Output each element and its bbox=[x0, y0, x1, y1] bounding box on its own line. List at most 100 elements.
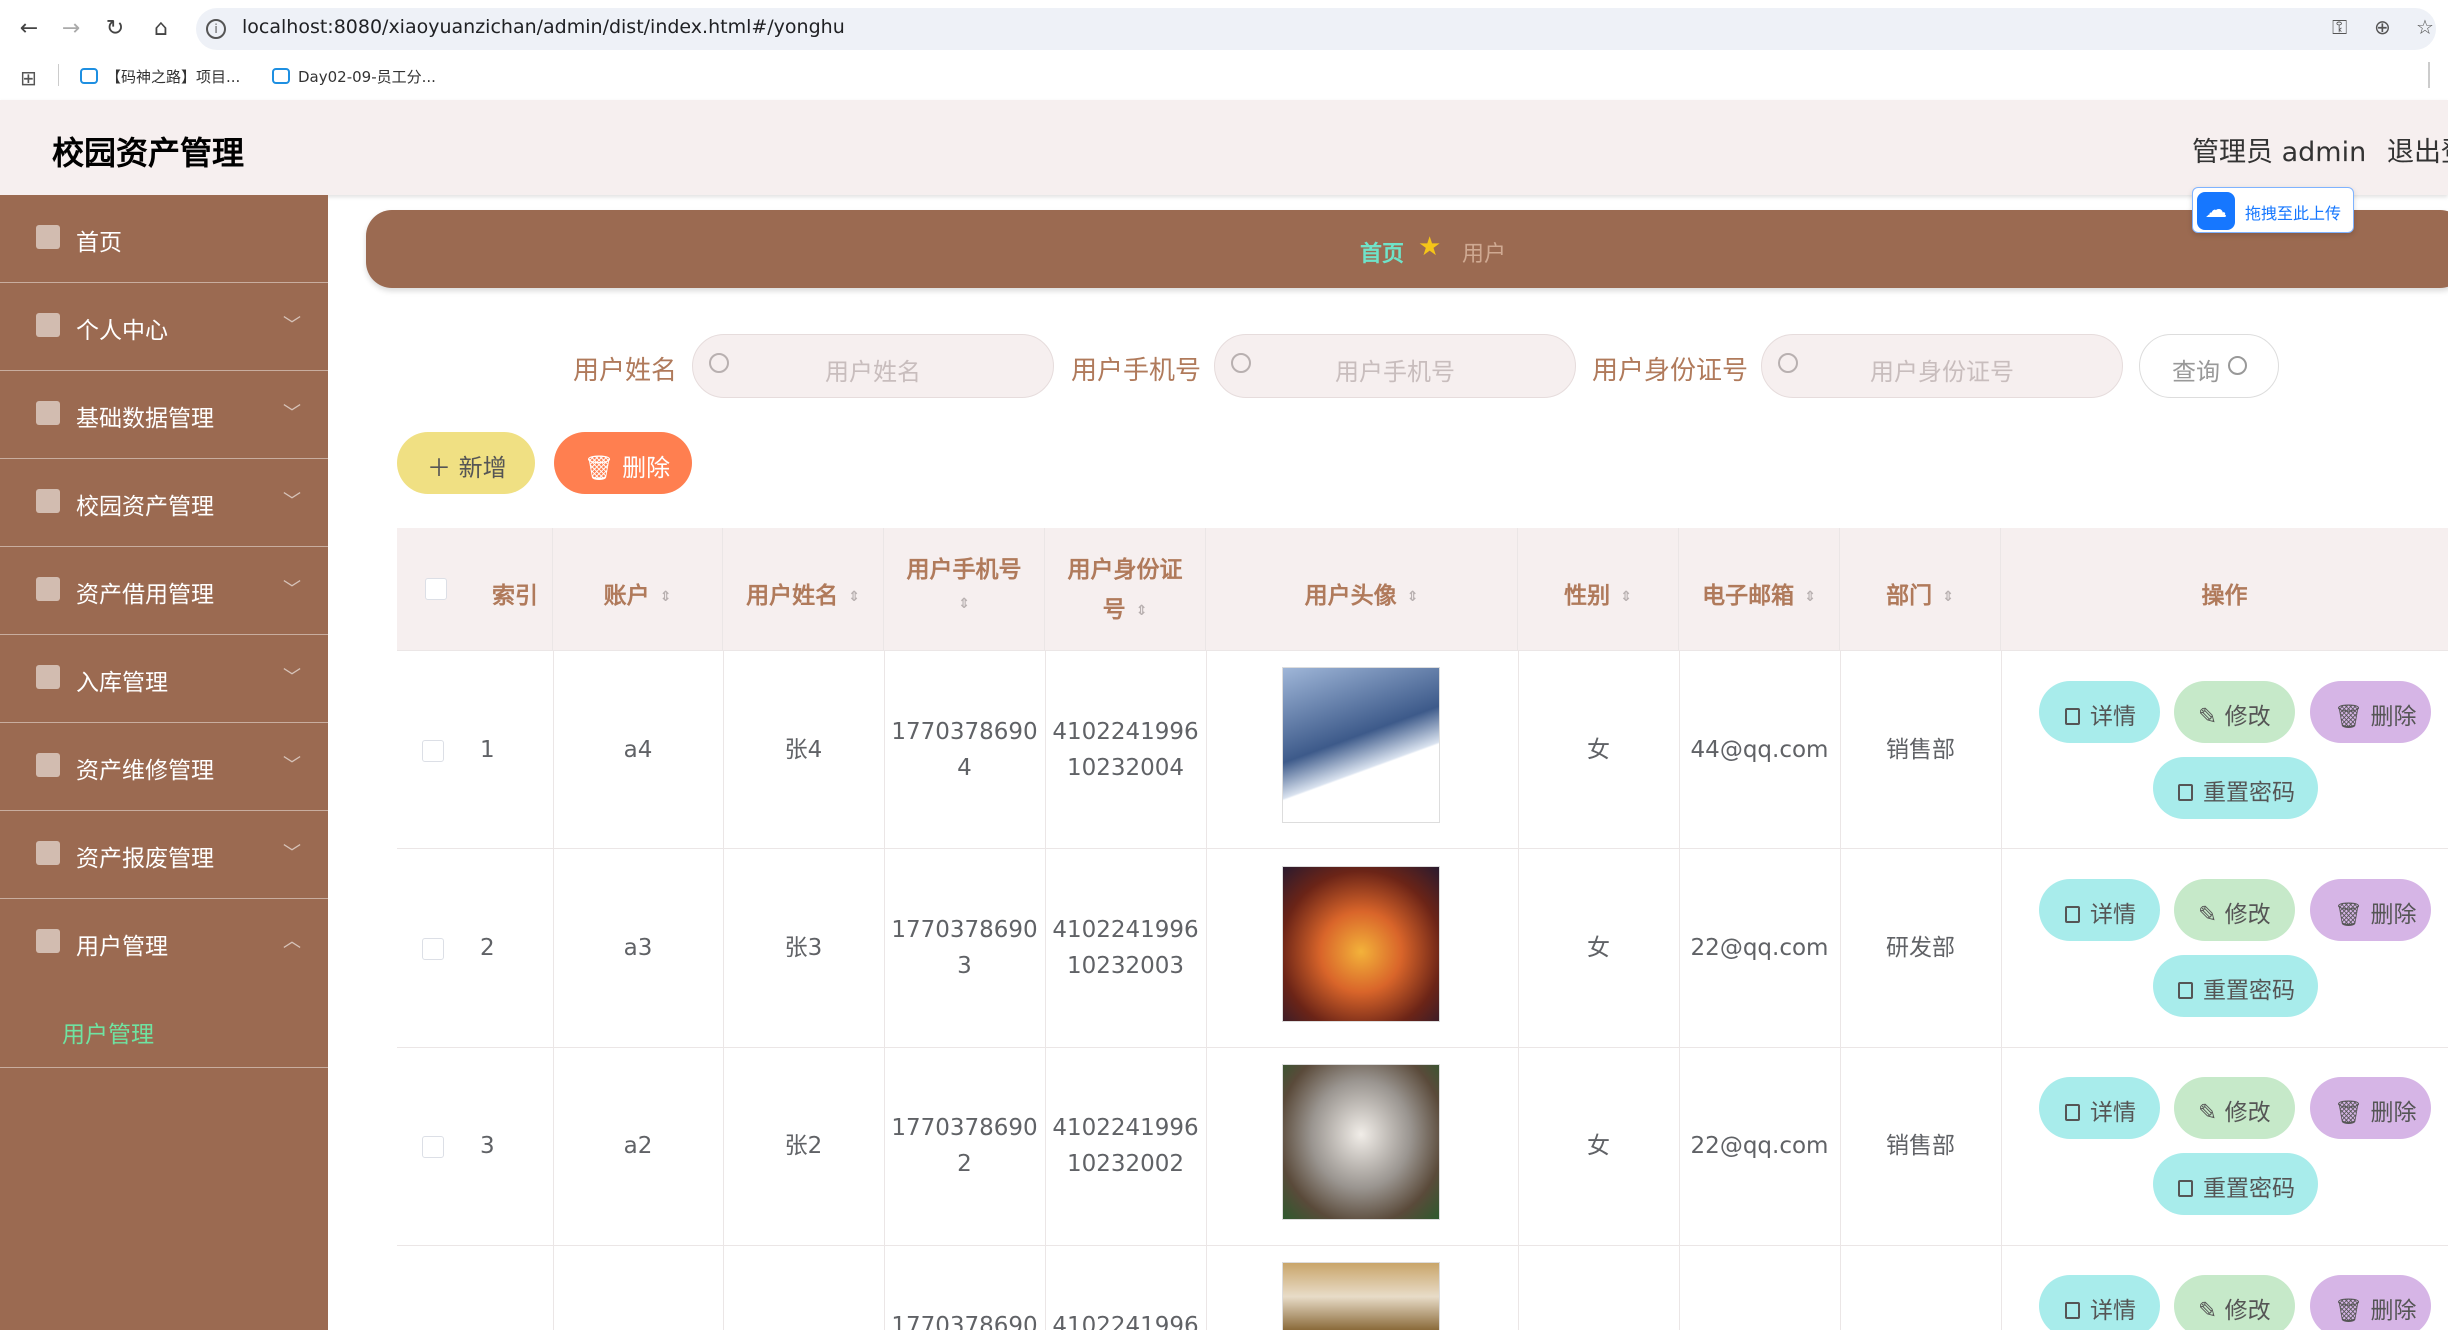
add-button[interactable]: ＋ 新增 bbox=[397, 432, 535, 494]
forward-arrow-icon[interactable]: → bbox=[56, 14, 86, 44]
avatar-image bbox=[1282, 667, 1440, 823]
search-phone-placeholder: 用户手机号 bbox=[1335, 358, 1455, 386]
search-name-input[interactable]: 用户姓名 bbox=[692, 334, 1054, 398]
sidebar-item-base-data[interactable]: 基础数据管理 ﹀ bbox=[0, 371, 328, 459]
trash-icon: 🗑 bbox=[2334, 1298, 2364, 1324]
cell-id-line: 10232004 bbox=[1066, 755, 1185, 781]
sort-icon[interactable]: ⇕ bbox=[1620, 590, 1632, 604]
detail-button[interactable]: 详情 bbox=[2039, 1077, 2160, 1139]
row-divider bbox=[397, 848, 2448, 849]
header-gender[interactable]: 性别 ⇕ bbox=[1518, 528, 1679, 650]
header-index: 索引 bbox=[492, 583, 538, 609]
sort-icon[interactable]: ⇕ bbox=[660, 590, 672, 604]
delete-button[interactable]: 🗑 删除 bbox=[2310, 1275, 2431, 1330]
sidebar-item-label: 校园资产管理 bbox=[76, 494, 214, 520]
sidebar-item-repair[interactable]: 资产维修管理 ﹀ bbox=[0, 723, 328, 811]
search-name-label: 用户姓名 bbox=[573, 356, 678, 386]
sort-icon[interactable]: ⇕ bbox=[1407, 590, 1419, 604]
cell-phone: 1770378690 bbox=[891, 1313, 1038, 1330]
header-email[interactable]: 电子邮箱 ⇕ bbox=[1679, 528, 1840, 650]
chevron-up-icon: ︿ bbox=[283, 931, 301, 952]
trash-icon: 🗑 bbox=[584, 454, 615, 482]
zoom-icon[interactable]: ⊕ bbox=[2374, 15, 2391, 39]
sidebar-item-scrap[interactable]: 资产报废管理 ﹀ bbox=[0, 811, 328, 899]
bookmark-star-icon[interactable]: ☆ bbox=[2416, 15, 2434, 39]
avatar-image bbox=[1282, 1064, 1440, 1220]
reset-password-button[interactable]: 重置密码 bbox=[2153, 955, 2318, 1017]
detail-button[interactable]: 详情 bbox=[2039, 681, 2160, 743]
search-phone-label: 用户手机号 bbox=[1071, 356, 1202, 386]
cell-account: a4 bbox=[623, 737, 653, 763]
cell-name: 张3 bbox=[784, 935, 823, 961]
home-icon[interactable]: ⌂ bbox=[146, 14, 176, 44]
detail-button[interactable]: 详情 bbox=[2039, 1275, 2160, 1330]
cell-dept: 销售部 bbox=[1886, 1133, 1955, 1159]
sidebar-item-borrow[interactable]: 资产借用管理 ﹀ bbox=[0, 547, 328, 635]
sort-icon[interactable]: ⇕ bbox=[1136, 604, 1148, 618]
delete-button[interactable]: 🗑 删除 bbox=[2310, 1077, 2431, 1139]
batch-delete-button[interactable]: 🗑 删除 bbox=[554, 432, 692, 494]
upload-chip-label: 拖拽至此上传 bbox=[2245, 204, 2342, 223]
bookmark-divider bbox=[2428, 62, 2430, 88]
search-id-input[interactable]: 用户身份证号 bbox=[1761, 334, 2123, 398]
bilibili-icon bbox=[80, 68, 98, 84]
header-name[interactable]: 用户姓名 ⇕ bbox=[723, 528, 884, 650]
sidebar-item-profile[interactable]: 个人中心 ﹀ bbox=[0, 283, 328, 371]
edit-button[interactable]: ✎ 修改 bbox=[2174, 681, 2295, 743]
sidebar-item-home[interactable]: 首页 bbox=[0, 195, 328, 283]
sort-icon[interactable]: ⇕ bbox=[1942, 590, 1954, 604]
sort-icon[interactable]: ⇕ bbox=[1804, 590, 1816, 604]
url-text[interactable]: localhost:8080/xiaoyuanzichan/admin/dist… bbox=[242, 16, 845, 38]
site-info-icon[interactable]: i bbox=[206, 19, 226, 39]
back-arrow-icon[interactable]: ← bbox=[14, 14, 44, 44]
sidebar-item-label: 基础数据管理 bbox=[76, 406, 214, 432]
pencil-icon: ✎ bbox=[2198, 1298, 2218, 1324]
header-phone[interactable]: 用户手机号 ⇕ bbox=[884, 528, 1045, 650]
header-id[interactable]: 用户身份证号 ⇕ bbox=[1045, 528, 1206, 650]
cell-phone-line: 1770378690 bbox=[891, 719, 1038, 745]
apps-grid-icon[interactable]: ⊞ bbox=[20, 66, 37, 90]
document-icon bbox=[2178, 784, 2193, 801]
cell-id-line: 4102241996 bbox=[1052, 917, 1199, 943]
bookmark-item[interactable]: Day02-09-员工分... bbox=[272, 66, 436, 87]
sort-icon[interactable]: ⇕ bbox=[958, 597, 970, 611]
reset-password-button[interactable]: 重置密码 bbox=[2153, 757, 2318, 819]
header-avatar[interactable]: 用户头像 ⇕ bbox=[1206, 528, 1518, 650]
document-icon bbox=[2065, 1104, 2080, 1121]
edit-button-label: 修改 bbox=[2224, 1100, 2271, 1126]
sort-icon[interactable]: ⇕ bbox=[848, 590, 860, 604]
upload-drop-chip[interactable]: ☁ 拖拽至此上传 bbox=[2192, 187, 2354, 233]
sidebar-item-label: 个人中心 bbox=[76, 318, 168, 344]
sidebar-item-stock-in[interactable]: 入库管理 ﹀ bbox=[0, 635, 328, 723]
cell-email: 44@qq.com bbox=[1690, 737, 1829, 763]
sidebar-item-users[interactable]: 用户管理 ︿ bbox=[0, 899, 328, 987]
query-button[interactable]: 查询 bbox=[2139, 334, 2279, 398]
trash-icon: 🗑 bbox=[2334, 1100, 2364, 1126]
delete-button[interactable]: 🗑 删除 bbox=[2310, 681, 2431, 743]
detail-button[interactable]: 详情 bbox=[2039, 879, 2160, 941]
row-checkbox[interactable] bbox=[422, 938, 444, 960]
bookmark-item[interactable]: 【码神之路】项目... bbox=[80, 66, 240, 87]
cell-id-line: 10232002 bbox=[1066, 1151, 1185, 1177]
reload-icon[interactable]: ↻ bbox=[100, 14, 130, 44]
edit-button[interactable]: ✎ 修改 bbox=[2174, 1077, 2295, 1139]
header-dept-label: 部门 bbox=[1886, 583, 1933, 609]
reset-password-label: 重置密码 bbox=[2203, 978, 2295, 1004]
user-icon bbox=[36, 401, 60, 425]
delete-button[interactable]: 🗑 删除 bbox=[2310, 879, 2431, 941]
logout-link[interactable]: 退出登录 bbox=[2387, 130, 2448, 169]
row-checkbox[interactable] bbox=[422, 1136, 444, 1158]
row-checkbox[interactable] bbox=[422, 740, 444, 762]
sidebar-item-assets[interactable]: 校园资产管理 ﹀ bbox=[0, 459, 328, 547]
search-phone-input[interactable]: 用户手机号 bbox=[1214, 334, 1576, 398]
header-id-label: 用户身份证 bbox=[1067, 557, 1183, 583]
sidebar-subitem-users[interactable]: 用户管理 bbox=[0, 993, 328, 1068]
delete-button-label: 删除 bbox=[2370, 704, 2417, 730]
edit-button[interactable]: ✎ 修改 bbox=[2174, 1275, 2295, 1330]
header-dept[interactable]: 部门 ⇕ bbox=[1840, 528, 2001, 650]
reset-password-button[interactable]: 重置密码 bbox=[2153, 1153, 2318, 1215]
breadcrumb-home[interactable]: 首页 bbox=[1360, 236, 1404, 268]
password-key-icon[interactable]: ⚿ bbox=[2332, 15, 2347, 39]
header-account[interactable]: 账户 ⇕ bbox=[553, 528, 723, 650]
edit-button[interactable]: ✎ 修改 bbox=[2174, 879, 2295, 941]
